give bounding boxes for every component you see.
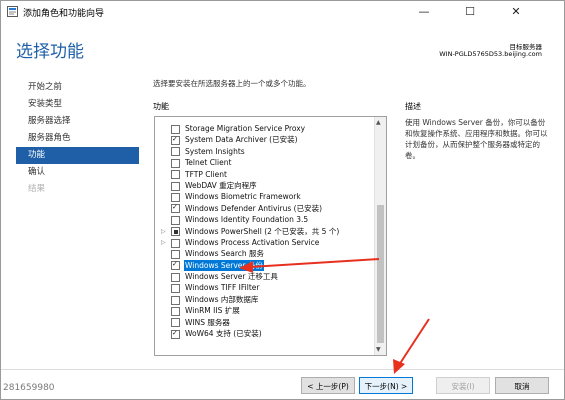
description-text: 使用 Windows Server 备份，你可以备份和恢复操作系统、应用程序和数… <box>405 118 548 160</box>
nav-item[interactable]: 功能 <box>16 147 139 164</box>
feature-label[interactable]: WinRM IIS 扩展 <box>184 305 241 316</box>
feature-row[interactable]: System Insights <box>155 146 375 157</box>
previous-button[interactable]: < 上一步(P) <box>301 377 355 394</box>
feature-label[interactable]: WoW64 支持 (已安装) <box>184 328 263 339</box>
feature-row[interactable]: WINS 服务器 <box>155 317 375 328</box>
install-button[interactable]: 安装(I) <box>436 377 490 394</box>
feature-row[interactable]: ▷ Windows Process Activation Service <box>155 237 375 248</box>
features-rows: Storage Migration Service ProxySystem Da… <box>155 123 375 339</box>
instruction-text: 选择要安装在所选服务器上的一个或多个功能。 <box>153 79 311 88</box>
close-button[interactable]: ✕ <box>496 1 536 23</box>
title-bar: 添加角色和功能向导 — ☐ ✕ <box>1 1 564 23</box>
feature-row[interactable]: Windows Defender Antivirus (已安装) <box>155 202 375 214</box>
feature-label[interactable]: Telnet Client <box>184 157 232 168</box>
nav-item[interactable]: 确认 <box>16 164 139 181</box>
window-title: 添加角色和功能向导 <box>23 9 105 19</box>
feature-checkbox[interactable] <box>171 328 180 339</box>
feature-checkbox[interactable] <box>171 295 180 305</box>
cancel-button[interactable]: 取消 <box>495 377 549 394</box>
feature-row[interactable]: Windows Server 备份 <box>155 259 375 272</box>
feature-checkbox[interactable] <box>171 306 180 316</box>
feature-label[interactable]: Windows TIFF IFilter <box>184 282 260 293</box>
feature-label[interactable]: Windows PowerShell (2 个已安装，共 5 个) <box>184 226 340 237</box>
feature-checkbox[interactable] <box>171 259 180 271</box>
feature-row[interactable]: Storage Migration Service Proxy <box>155 123 375 134</box>
feature-checkbox[interactable] <box>171 181 180 191</box>
feature-checkbox[interactable] <box>171 272 180 282</box>
feature-row[interactable]: System Data Archiver (已安装) <box>155 134 375 146</box>
nav-item[interactable]: 开始之前 <box>16 79 139 96</box>
watermark-text: 281659980 <box>3 383 55 393</box>
feature-checkbox[interactable] <box>171 147 180 157</box>
feature-row[interactable]: Windows 内部数据库 <box>155 294 375 305</box>
feature-label[interactable]: Windows Process Activation Service <box>184 237 320 248</box>
features-scrollbar[interactable]: ▲ ▼ <box>374 117 386 355</box>
feature-checkbox[interactable] <box>171 202 180 214</box>
feature-checkbox[interactable] <box>171 249 180 259</box>
feature-label[interactable]: System Data Archiver (已安装) <box>184 134 299 145</box>
feature-row[interactable]: WebDAV 重定向程序 <box>155 180 375 191</box>
feature-label[interactable]: TFTP Client <box>184 169 228 180</box>
nav-item[interactable]: 安装类型 <box>16 96 139 113</box>
scroll-down-icon[interactable]: ▼ <box>376 346 381 353</box>
scrollbar-thumb[interactable] <box>377 205 384 343</box>
feature-row[interactable]: WinRM IIS 扩展 <box>155 305 375 316</box>
destination-server-name: WIN-PGLD5765D53.beijing.com <box>439 50 542 58</box>
features-header: 功能 <box>153 102 169 111</box>
feature-row[interactable]: TFTP Client <box>155 169 375 180</box>
feature-row[interactable]: Windows Identity Foundation 3.5 <box>155 214 375 225</box>
feature-row[interactable]: Windows TIFF IFilter <box>155 282 375 294</box>
feature-label[interactable]: Windows Defender Antivirus (已安装) <box>184 203 323 214</box>
page-title: 选择功能 <box>16 42 84 62</box>
scroll-up-icon[interactable]: ▲ <box>376 119 381 126</box>
next-button[interactable]: 下一步(N) > <box>359 377 413 394</box>
feature-label[interactable]: Windows Search 服务 <box>184 248 265 259</box>
feature-row[interactable]: Windows Server 迁移工具 <box>155 271 375 282</box>
feature-row[interactable]: Windows Search 服务 <box>155 248 375 259</box>
feature-label[interactable]: Windows Server 迁移工具 <box>184 271 279 282</box>
feature-label[interactable]: System Insights <box>184 146 246 157</box>
feature-label[interactable]: Windows Biometric Framework <box>184 191 302 202</box>
feature-label[interactable]: Storage Migration Service Proxy <box>184 123 306 134</box>
feature-label[interactable]: Windows Identity Foundation 3.5 <box>184 214 309 225</box>
page-header: 选择功能 目标服务器 WIN-PGLD5765D53.beijing.com <box>1 23 564 73</box>
feature-checkbox[interactable] <box>171 318 180 328</box>
description-header: 描述 <box>405 102 421 111</box>
feature-label[interactable]: Windows Server 备份 <box>184 259 264 272</box>
feature-checkbox[interactable] <box>171 215 180 225</box>
feature-row[interactable]: Telnet Client <box>155 157 375 168</box>
feature-checkbox[interactable] <box>171 227 180 237</box>
footer-divider <box>1 369 564 370</box>
feature-checkbox[interactable] <box>171 284 180 294</box>
wizard-nav: 开始之前 安装类型 服务器选择 服务器角色 功能 确认结果 <box>16 79 139 198</box>
feature-checkbox[interactable] <box>171 124 180 134</box>
feature-row[interactable]: ▷ Windows PowerShell (2 个已安装，共 5 个) <box>155 226 375 237</box>
feature-checkbox[interactable] <box>171 170 180 180</box>
feature-checkbox[interactable] <box>171 193 180 203</box>
wizard-window: 添加角色和功能向导 — ☐ ✕ 选择功能 目标服务器 WIN-PGLD5765D… <box>0 0 565 400</box>
nav-item[interactable]: 服务器角色 <box>16 130 139 147</box>
expand-icon[interactable]: ▷ <box>161 226 166 237</box>
features-list[interactable]: Storage Migration Service ProxySystem Da… <box>154 116 387 356</box>
feature-label[interactable]: WINS 服务器 <box>184 317 231 328</box>
nav-item[interactable]: 服务器选择 <box>16 113 139 130</box>
minimize-button[interactable]: — <box>404 1 444 23</box>
maximize-button[interactable]: ☐ <box>450 1 490 23</box>
annotation-arrow-to-next <box>393 318 430 374</box>
feature-row[interactable]: WoW64 支持 (已安装) <box>155 328 375 339</box>
wizard-app-icon <box>7 6 18 17</box>
feature-checkbox[interactable] <box>171 158 180 168</box>
feature-row[interactable]: Windows Biometric Framework <box>155 191 375 203</box>
feature-checkbox[interactable] <box>171 238 180 248</box>
feature-label[interactable]: WebDAV 重定向程序 <box>184 180 258 191</box>
feature-label[interactable]: Windows 内部数据库 <box>184 294 259 305</box>
expand-icon[interactable]: ▷ <box>161 237 166 248</box>
feature-checkbox[interactable] <box>171 134 180 146</box>
nav-item: 结果 <box>28 184 46 194</box>
